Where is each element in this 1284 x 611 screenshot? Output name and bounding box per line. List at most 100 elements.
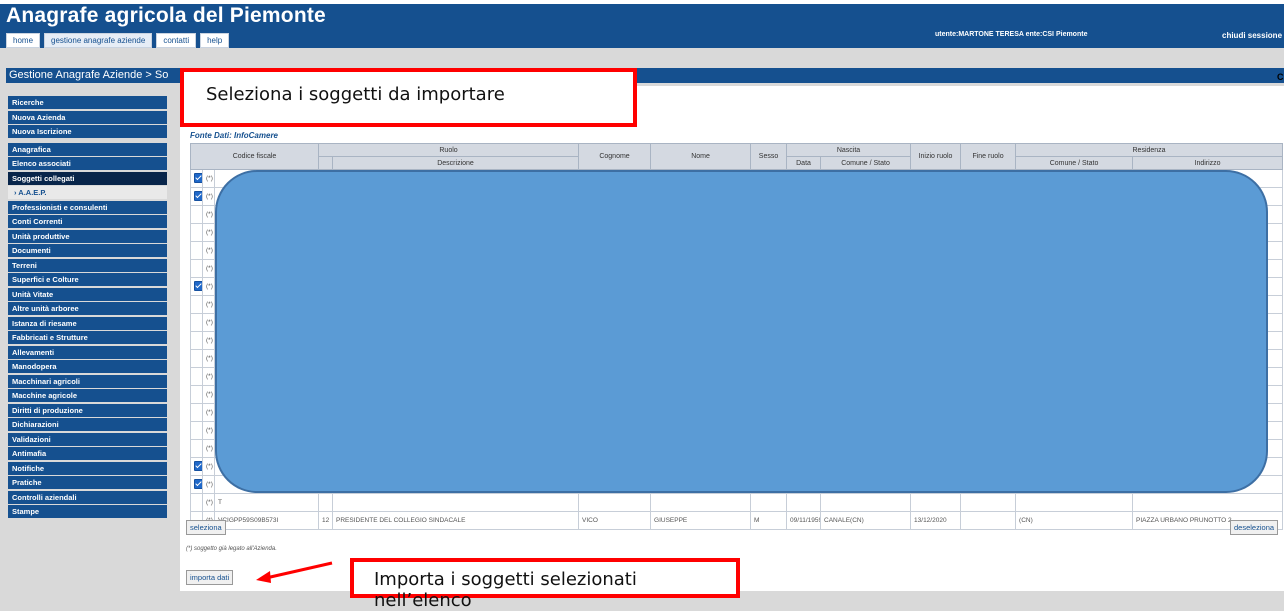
sidebar-item-validazioni[interactable]: Validazioni [8,432,167,446]
nav-gestione-anagrafe-aziende[interactable]: gestione anagrafe aziende [44,33,153,48]
row-marker: (*) [202,313,215,332]
table-cell [786,493,822,512]
sidebar-item-stampe[interactable]: Stampe [8,505,167,518]
row-marker: (*) [202,187,215,206]
sidebar-item-documenti[interactable]: Documenti [8,244,167,257]
sidebar-item-pratiche[interactable]: Pratiche [8,476,167,489]
sidebar: Ricerche Nuova Azienda Nuova Iscrizione … [8,96,167,520]
table-cell: T [213,493,320,512]
sidebar-item-istanza-riesame[interactable]: Istanza di riesame [8,316,167,330]
deseleziona-button[interactable]: deseleziona [1230,520,1279,535]
row-marker: (*) [202,439,215,458]
table-row: (*) T [190,493,1284,512]
table-row: (*)VCIGPP59S09B573I12PRESIDENTE DEL COLL… [190,511,1284,530]
th-ruolo-code [318,156,334,170]
th-data-nascita: Data [786,156,822,170]
row-marker: (*) [202,367,215,386]
row-marker: (*) [202,295,215,314]
row-checkbox-cell [190,475,203,494]
logout-link[interactable]: chiudi sessione [1222,31,1282,40]
sidebar-item-professionisti[interactable]: Professionisti e consulenti [8,200,167,214]
sidebar-item-allevamenti[interactable]: Allevamenti [8,345,167,359]
sidebar-item-unita-produttive[interactable]: Unità produttive [8,229,167,243]
row-checkbox-cell [190,313,203,332]
row-checkbox[interactable] [194,460,202,471]
sidebar-item-fabbricati-strutture[interactable]: Fabbricati e Strutture [8,331,167,344]
cell-comune-nascita: CANALE(CN) [820,511,912,530]
table-cell [820,493,912,512]
row-checkbox[interactable] [194,280,202,291]
row-checkbox-cell [190,385,203,404]
row-checkbox-cell [190,421,203,440]
sidebar-item-macchinari-agricoli[interactable]: Macchinari agricoli [8,374,167,388]
row-checkbox[interactable] [194,172,202,183]
sidebar-item-terreni[interactable]: Terreni [8,258,167,272]
sidebar-item-superfici-colture[interactable]: Superfici e Colture [8,273,167,286]
nav-help[interactable]: help [200,33,230,48]
row-marker: (*) [202,457,215,476]
table-cell [1015,493,1134,512]
cell-inizio-ruolo: 13/12/2020 [910,511,962,530]
sidebar-item-dichiarazioni[interactable]: Dichiarazioni [8,418,167,431]
user-info: utente:MARTONE TERESA ente:CSI Piemonte [935,31,1088,38]
sidebar-item-soggetti-collegati[interactable]: Soggetti collegati [8,171,167,185]
th-descrizione: Descrizione [332,156,580,170]
seleziona-button[interactable]: seleziona [186,520,226,535]
cell-res-comune: (CN) [1015,511,1134,530]
sidebar-item-diritti-produzione[interactable]: Diritti di produzione [8,403,167,417]
row-checkbox-cell [190,223,203,242]
importa-dati-button[interactable]: importa dati [186,570,234,585]
row-checkbox-cell [190,349,203,368]
cell-fine-ruolo [960,511,1017,530]
sidebar-item-anagrafica[interactable]: Anagrafica [8,142,167,156]
sidebar-item-aaep[interactable]: › A.A.E.P. [8,186,167,199]
row-checkbox[interactable] [194,478,202,489]
footnote: (*) soggetto già legato all'Azienda. [186,546,277,552]
sidebar-item-nuova-iscrizione[interactable]: Nuova Iscrizione [8,125,167,138]
th-comune-nascita: Comune / Stato [820,156,912,170]
sidebar-item-controlli-aziendali[interactable]: Controlli aziendali [8,490,167,504]
cell-data-nascita: 09/11/1959 [786,511,822,530]
sidebar-item-antimafia[interactable]: Antimafia [8,447,167,460]
table-cell [578,493,652,512]
nav-home[interactable]: home [6,33,41,48]
th-inizio-ruolo: Inizio ruolo [910,143,962,170]
cell-sesso: M [750,511,788,530]
row-marker: (*) [202,403,215,422]
th-residenza: Residenza [1015,143,1284,157]
cell-codice-fiscale: VCIGPP59S09B573I [213,511,320,530]
row-marker: (*) [202,493,215,512]
th-sesso: Sesso [750,143,788,170]
row-marker: (*) [202,241,215,260]
row-marker: (*) [202,205,215,224]
sidebar-item-unita-vitate[interactable]: Unità Vitate [8,287,167,301]
th-nome: Nome [650,143,752,170]
th-fine-ruolo: Fine ruolo [960,143,1017,170]
nav-contatti[interactable]: contatti [156,33,197,48]
cell-descrizione: PRESIDENTE DEL COLLEGIO SINDACALE [332,511,580,530]
th-cognome: Cognome [578,143,652,170]
sidebar-item-conti-correnti[interactable]: Conti Correnti [8,215,167,228]
sidebar-item-elenco-associati[interactable]: Elenco associati [8,157,167,170]
row-marker: (*) [202,331,215,350]
row-checkbox-cell [190,169,203,188]
sidebar-item-macchine-agricole[interactable]: Macchine agricole [8,389,167,402]
table-cell [750,493,788,512]
sidebar-item-manodopera[interactable]: Manodopera [8,360,167,373]
row-checkbox-cell [190,331,203,350]
sidebar-item-ricerche[interactable]: Ricerche [8,96,167,109]
sidebar-item-nuova-azienda[interactable]: Nuova Azienda [8,110,167,124]
redaction-overlay [215,170,1268,493]
callout-import-subjects: Importa i soggetti selezionati nell’elen… [350,558,740,611]
th-res-comune: Comune / Stato [1015,156,1134,170]
table-cell [332,493,580,512]
row-checkbox-cell [190,187,203,206]
app-header: Anagrafe agricola del Piemonte home gest… [0,4,1284,48]
row-checkbox[interactable] [194,190,202,201]
app-title: Anagrafe agricola del Piemonte [6,4,326,27]
sidebar-item-notifiche[interactable]: Notifiche [8,461,167,475]
row-checkbox-cell [190,259,203,278]
row-checkbox-cell [190,493,203,512]
top-nav: home gestione anagrafe aziende contatti … [6,33,230,48]
sidebar-item-altre-unita-arboree[interactable]: Altre unità arboree [8,302,167,315]
